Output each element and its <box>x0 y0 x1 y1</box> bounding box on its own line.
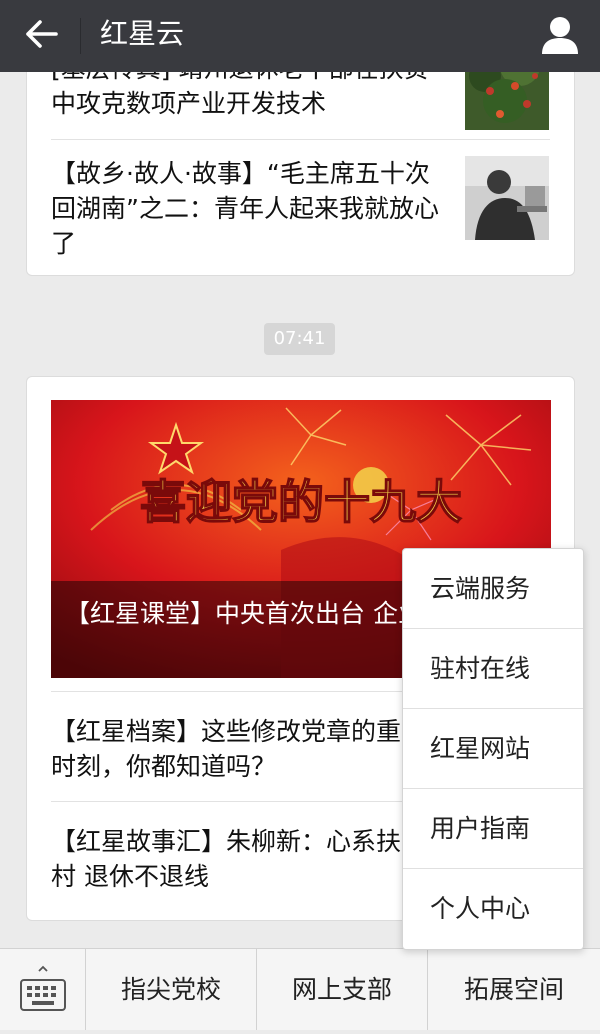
article-card-1: [基层传真] 靖州退休老干部在扶贫中攻克数项产业开发技术 【故乡·故人·故事】“… <box>26 40 575 276</box>
menu-tab-fingertip-party-school[interactable]: 指尖党校 <box>86 949 257 1030</box>
menu-item-village-online[interactable]: 驻村在线 <box>403 629 583 709</box>
bottom-menu-bar: 指尖党校 网上支部 拓展空间 <box>0 948 600 1030</box>
timestamp: 07:41 <box>264 323 335 355</box>
back-arrow-icon[interactable] <box>20 12 64 56</box>
menu-item-user-guide[interactable]: 用户指南 <box>403 789 583 869</box>
list-item[interactable]: 【故乡·故人·故事】“毛主席五十次回湖南”之二：青年人起来我就放心了 <box>51 156 549 261</box>
top-bar: 红星云 <box>0 0 600 72</box>
menu-item-cloud-service[interactable]: 云端服务 <box>403 549 583 629</box>
article-thumbnail <box>465 156 549 240</box>
article-title: 【红星档案】这些修改党章的重 大时刻，你都知道吗？ <box>51 717 434 781</box>
separator <box>51 139 550 140</box>
article-title: 【红星故事汇】朱柳新：心系扶 贫村 退休不退线 <box>51 827 434 891</box>
user-profile-icon[interactable] <box>540 14 580 56</box>
keyboard-icon <box>20 965 66 1011</box>
menu-tab-extended-space[interactable]: 拓展空间 <box>428 949 600 1030</box>
article-title: 【故乡·故人·故事】“毛主席五十次回湖南”之二：青年人起来我就放心了 <box>51 159 439 258</box>
menu-tab-online-branch[interactable]: 网上支部 <box>257 949 428 1030</box>
popup-menu: 云端服务 驻村在线 红星网站 用户指南 个人中心 <box>402 548 584 950</box>
keyboard-toggle-button[interactable] <box>0 949 86 1030</box>
menu-item-website[interactable]: 红星网站 <box>403 709 583 789</box>
menu-item-personal-center[interactable]: 个人中心 <box>403 869 583 949</box>
page-title: 红星云 <box>100 17 185 50</box>
banner-artwork-text: 喜迎党的十九大 <box>140 475 462 529</box>
header-divider <box>80 18 81 54</box>
